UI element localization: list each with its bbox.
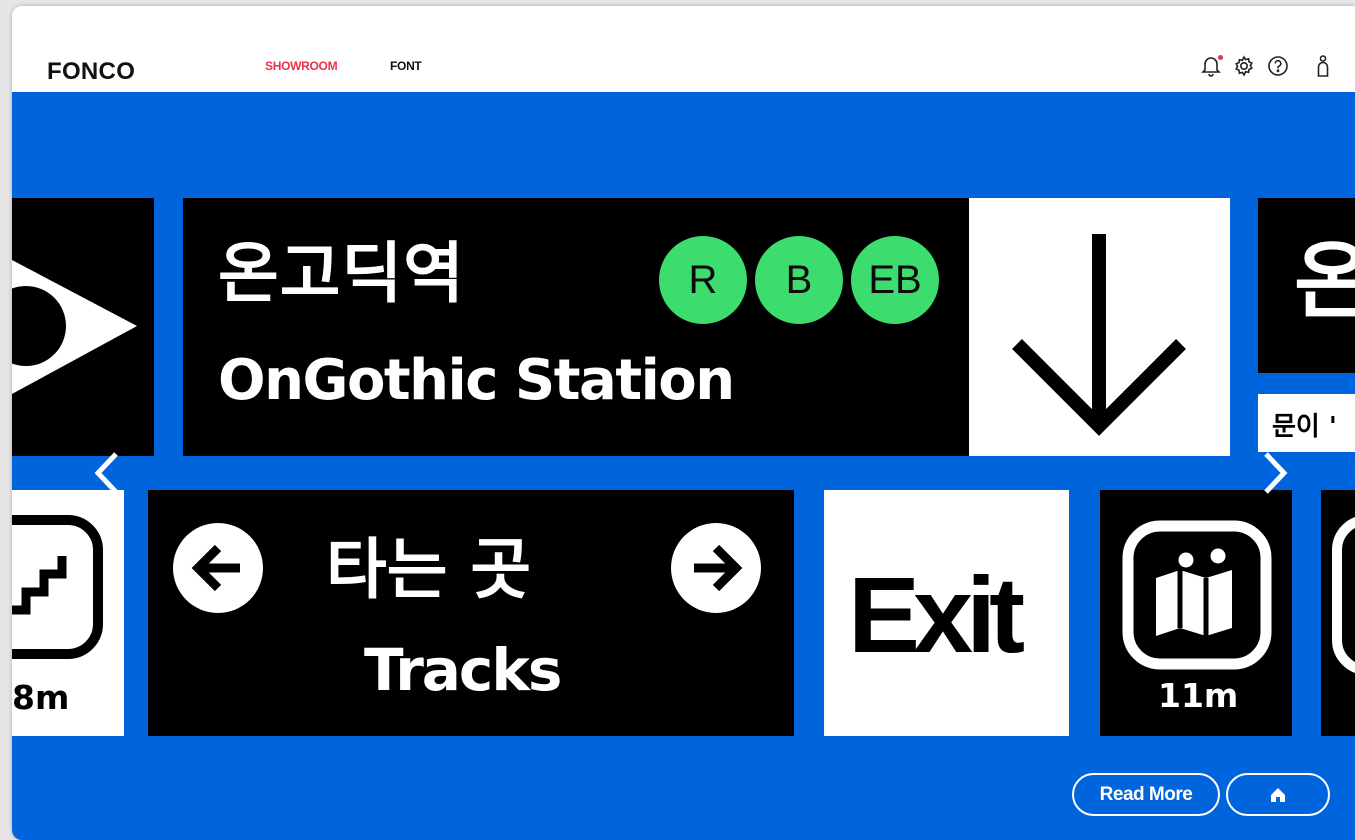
stairs-sign-panel: 8m — [12, 490, 124, 736]
tracks-label-english: Tracks — [364, 636, 562, 704]
tracks-sign-panel: 타는 곳 Tracks — [148, 490, 794, 736]
direction-sign-panel — [12, 198, 154, 456]
home-icon — [1271, 787, 1285, 802]
site-header: FONCO SHOWROOM FONT — [12, 6, 1355, 92]
user-icon[interactable] — [1309, 54, 1337, 78]
next-station-subpanel: 문이 ' — [1258, 394, 1355, 452]
nav-font[interactable]: FONT — [390, 59, 422, 73]
tracks-label-korean: 타는 곳 — [326, 531, 532, 608]
partial-sign-panel — [1321, 490, 1355, 736]
map-distance: 11m — [1158, 676, 1239, 715]
arrow-right-circle-icon — [671, 523, 761, 613]
notification-dot — [1218, 55, 1223, 60]
browser-window: FONCO SHOWROOM FONT 온고딕역 R B EB OnGothic… — [12, 6, 1355, 840]
station-name-english: OnGothic Station — [218, 348, 735, 413]
stairs-distance: 8m — [12, 678, 70, 717]
next-station-name-partial: 온 — [1294, 232, 1355, 330]
station-sign-panel: 온고딕역 R B EB OnGothic Station — [183, 198, 970, 456]
partial-icon — [1332, 517, 1355, 673]
line-badge-r: R — [659, 236, 747, 324]
line-badge-b: B — [755, 236, 843, 324]
down-arrow-panel — [969, 198, 1230, 456]
showcase-stage: 온고딕역 R B EB OnGothic Station 온 문이 ' 8m 타… — [12, 92, 1355, 840]
direction-arrow-icon — [12, 260, 137, 394]
nav-showroom[interactable]: SHOWROOM — [265, 59, 338, 73]
down-arrow-icon — [1012, 234, 1186, 436]
line-badge-eb: EB — [851, 236, 939, 324]
help-icon[interactable] — [1267, 55, 1289, 77]
map-icon — [1122, 520, 1272, 670]
gear-icon[interactable] — [1233, 55, 1255, 77]
next-station-panel: 온 — [1258, 198, 1355, 373]
carousel-prev-button[interactable] — [90, 450, 126, 496]
site-logo[interactable]: FONCO — [47, 58, 135, 86]
map-sign-panel: 11m — [1100, 490, 1292, 736]
home-button[interactable] — [1226, 773, 1330, 816]
notifications-button[interactable] — [1201, 55, 1223, 77]
station-name-korean: 온고딕역 — [218, 235, 465, 312]
stairs-icon — [12, 515, 103, 659]
next-station-sub-partial: 문이 ' — [1272, 412, 1337, 442]
header-icons — [1201, 54, 1337, 78]
arrow-left-circle-icon — [173, 523, 263, 613]
carousel-next-button[interactable] — [1256, 450, 1292, 496]
read-more-button[interactable]: Read More — [1072, 773, 1220, 816]
exit-sign-panel: Exit — [824, 490, 1069, 736]
exit-label: Exit — [848, 554, 1025, 675]
